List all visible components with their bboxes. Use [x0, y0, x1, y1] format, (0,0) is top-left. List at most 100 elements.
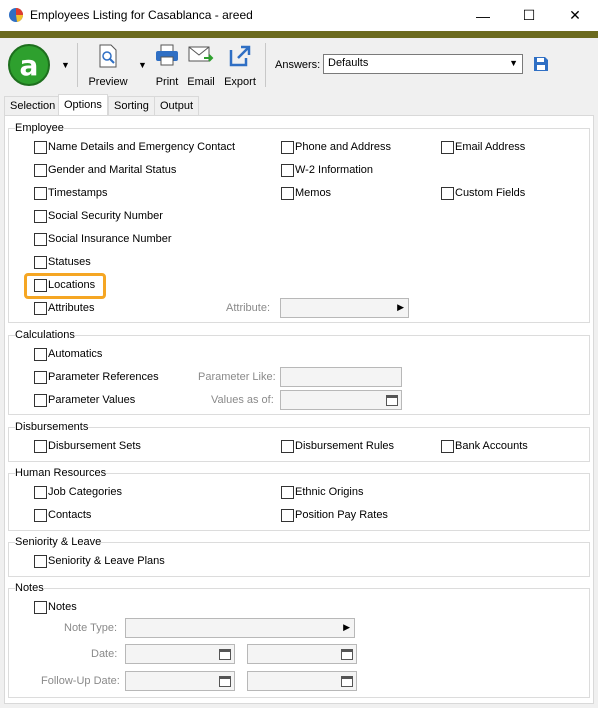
preview-label: Preview	[88, 76, 128, 88]
tab-options[interactable]: Options	[58, 94, 108, 116]
export-button[interactable]: Export	[221, 42, 259, 88]
app-pie-icon	[9, 8, 23, 22]
values-as-of-label: Values as of:	[211, 394, 274, 406]
automatics-checkbox[interactable]	[34, 348, 47, 361]
contacts-checkbox[interactable]	[34, 509, 47, 522]
param-like-label: Parameter Like:	[198, 371, 276, 383]
date-label: Date:	[91, 648, 118, 660]
position-pay-label: Position Pay Rates	[295, 509, 388, 521]
w2-checkbox[interactable]	[281, 164, 294, 177]
group-title: Seniority & Leave	[15, 536, 102, 548]
chevron-right-icon: ▶	[343, 622, 350, 632]
followup-to-field[interactable]	[247, 671, 357, 691]
group-human-resources: Human Resources	[8, 467, 590, 531]
note-type-select[interactable]: ▶	[125, 618, 355, 638]
logo-dropdown-icon[interactable]: ▼	[61, 60, 70, 70]
answers-select[interactable]: Defaults ▼	[323, 54, 523, 74]
disbursement-sets-label: Disbursement Sets	[48, 440, 141, 452]
email-address-label: Email Address	[455, 141, 526, 153]
email-address-checkbox[interactable]	[441, 141, 454, 154]
ssn-label: Social Security Number	[48, 210, 163, 222]
sin-label: Social Insurance Number	[48, 233, 172, 245]
calendar-icon[interactable]	[219, 648, 231, 660]
param-refs-checkbox[interactable]	[34, 371, 47, 384]
preview-button[interactable]: Preview	[86, 42, 130, 88]
print-icon	[156, 44, 178, 66]
disbursement-rules-checkbox[interactable]	[281, 440, 294, 453]
ethnic-origins-checkbox[interactable]	[281, 486, 294, 499]
answers-label: Answers:	[275, 59, 321, 71]
values-as-of-date[interactable]	[280, 390, 402, 410]
close-button[interactable]: ✕	[552, 0, 598, 31]
param-like-input[interactable]	[280, 367, 402, 387]
save-icon[interactable]	[533, 56, 549, 72]
email-button[interactable]: Email	[185, 42, 217, 88]
sin-checkbox[interactable]	[34, 233, 47, 246]
notes-checkbox[interactable]	[34, 601, 47, 614]
disbursement-sets-checkbox[interactable]	[34, 440, 47, 453]
phone-label: Phone and Address	[295, 141, 392, 153]
locations-label: Locations	[48, 279, 96, 291]
calendar-icon[interactable]	[386, 394, 398, 406]
timestamps-checkbox[interactable]	[34, 187, 47, 200]
maximize-button[interactable]: ☐	[506, 0, 552, 31]
answers-value: Defaults	[328, 57, 369, 69]
custom-fields-label: Custom Fields	[455, 187, 526, 199]
export-icon	[229, 45, 251, 67]
accent-bar	[0, 31, 598, 38]
attribute-select[interactable]: ▶	[280, 298, 409, 318]
calendar-icon[interactable]	[341, 648, 353, 660]
calendar-icon[interactable]	[219, 675, 231, 687]
attribute-label: Attribute:	[226, 302, 271, 314]
attributes-checkbox[interactable]	[34, 302, 47, 315]
locations-checkbox[interactable]	[34, 279, 47, 292]
followup-date-label: Follow-Up Date:	[41, 675, 120, 687]
title-bar: Employees Listing for Casablanca - areed…	[0, 0, 598, 31]
date-from-field[interactable]	[125, 644, 235, 664]
date-to-field[interactable]	[247, 644, 357, 664]
bank-accounts-checkbox[interactable]	[441, 440, 454, 453]
minimize-button[interactable]: —	[460, 0, 506, 31]
print-label: Print	[155, 76, 179, 88]
statuses-checkbox[interactable]	[34, 256, 47, 269]
custom-fields-checkbox[interactable]	[441, 187, 454, 200]
memos-label: Memos	[295, 187, 332, 199]
print-button[interactable]: Print	[152, 42, 182, 88]
window-title: Employees Listing for Casablanca - areed	[30, 8, 253, 22]
timestamps-label: Timestamps	[48, 187, 108, 199]
group-title: Human Resources	[15, 467, 107, 479]
group-title: Disbursements	[15, 421, 89, 433]
job-categories-checkbox[interactable]	[34, 486, 47, 499]
automatics-label: Automatics	[48, 348, 103, 360]
followup-from-field[interactable]	[125, 671, 235, 691]
gender-checkbox[interactable]	[34, 164, 47, 177]
gender-label: Gender and Marital Status	[48, 164, 177, 176]
name-details-checkbox[interactable]	[34, 141, 47, 154]
job-categories-label: Job Categories	[48, 486, 122, 498]
tab-output[interactable]: Output	[154, 96, 200, 115]
app-logo-button[interactable]: a	[8, 44, 50, 86]
email-icon	[188, 46, 214, 62]
tab-selection[interactable]: Selection	[4, 96, 62, 115]
group-title: Calculations	[15, 329, 75, 341]
position-pay-checkbox[interactable]	[281, 509, 294, 522]
toolbar-separator	[265, 43, 266, 87]
phone-checkbox[interactable]	[281, 141, 294, 154]
ssn-checkbox[interactable]	[34, 210, 47, 223]
w2-label: W-2 Information	[295, 164, 374, 176]
bank-accounts-label: Bank Accounts	[455, 440, 528, 452]
chevron-right-icon: ▶	[397, 302, 404, 312]
group-title: Notes	[15, 582, 44, 594]
toolbar: a ▼ Preview ▼ Print Email Export Answers…	[0, 38, 598, 94]
calendar-icon[interactable]	[341, 675, 353, 687]
notes-label: Notes	[48, 601, 77, 613]
preview-dropdown-icon[interactable]: ▼	[138, 60, 147, 70]
email-label: Email	[187, 76, 215, 88]
memos-checkbox[interactable]	[281, 187, 294, 200]
attributes-label: Attributes	[48, 302, 95, 314]
tab-sorting[interactable]: Sorting	[108, 96, 155, 115]
seniority-plans-checkbox[interactable]	[34, 555, 47, 568]
toolbar-separator	[77, 43, 78, 87]
preview-icon	[99, 44, 117, 68]
param-values-checkbox[interactable]	[34, 394, 47, 407]
